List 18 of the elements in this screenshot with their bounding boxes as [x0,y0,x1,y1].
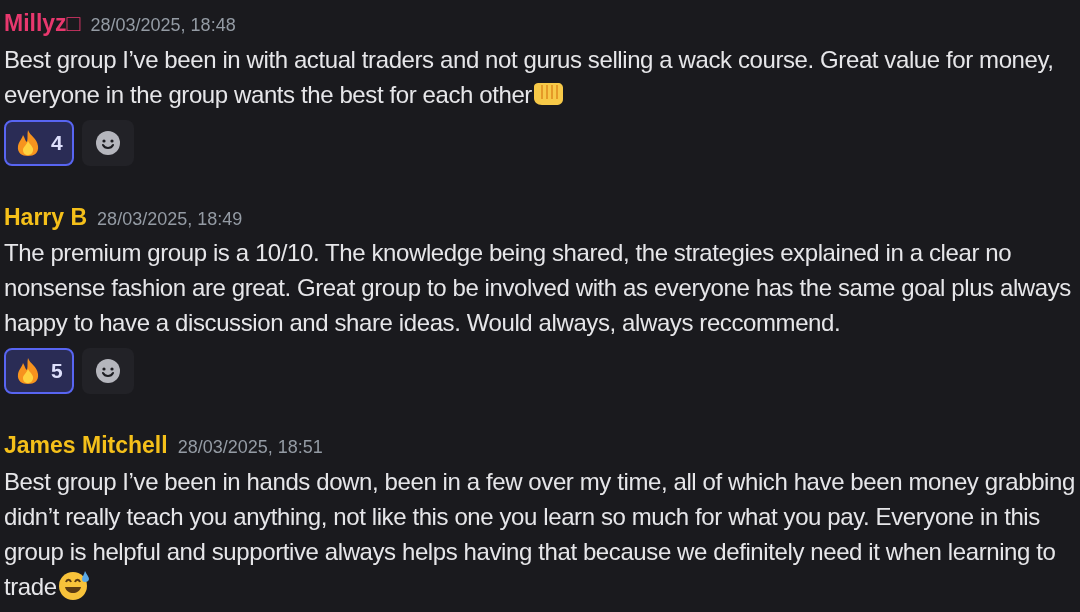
message-text: Best group I’ve been in with actual traders and not gurus selling a wack course. Great value for money, everyone in the group wants the best for each other [4,44,1055,110]
smiley-icon [94,358,121,384]
reaction-button[interactable]: 4 [4,119,74,166]
fist-icon [531,80,564,107]
timestamp: 28/03/2025, 18:51 [177,436,323,459]
author-name[interactable]: Harry B [4,199,88,234]
fire-icon [15,128,41,157]
message-text: Best group I’ve been in hands down, been in a few over my time, all of which have been money grabbing didn’t really teach you anything, not like this one you learn so much for what you pay. Everyone in this group is helpful and supportive always helps having that because we definitely need it when learning to trade [4,466,1076,603]
add-reaction-button[interactable] [81,348,134,394]
timestamp: 28/03/2025, 18:48 [90,14,236,37]
author-name[interactable]: James Mitchell [4,428,168,463]
add-reaction-button[interactable] [81,119,134,166]
author-name[interactable]: Millyz□ [4,6,81,41]
message-text: The premium group is a 10/10. The knowledge being shared, the strategies explained in a clear no nonsense fashion are great. Great group to be involved with as everyone has the same goal plus always happy to have a discussion and share ideas. Would always, always reccommend. [4,238,1072,338]
smiley-icon [94,129,121,156]
fire-icon [15,357,41,385]
reaction-button[interactable]: 5 [4,348,74,394]
timestamp: 28/03/2025, 18:49 [97,207,243,231]
